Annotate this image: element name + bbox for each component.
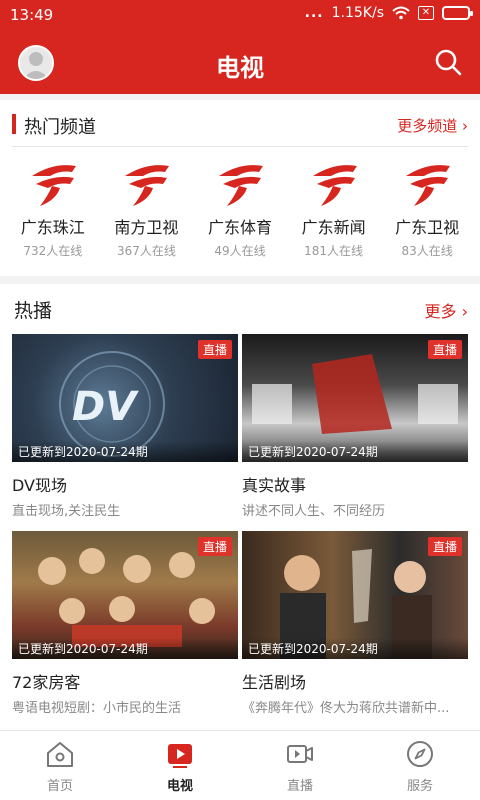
tab-label: 电视 [166, 779, 193, 794]
more-channels-link[interactable]: 更多频道 › [397, 115, 468, 136]
show-description: 直击现场,关注民生 [12, 504, 121, 519]
hot-shows-section: 热播 更多 › DV 直播 已更新到2020-07-24期 DV现场 直击现场,… [0, 284, 480, 730]
hot-shows-header: 热播 更多 › [0, 284, 480, 332]
tab-tv[interactable]: 电视 [120, 731, 240, 800]
channel-online-count: 732人在线 [23, 244, 83, 258]
channel-item[interactable]: 南方卫视 367人在线 [100, 160, 192, 259]
tab-label: 服务 [406, 779, 433, 794]
show-grid: DV 直播 已更新到2020-07-24期 DV现场 直击现场,关注民生 直播 … [12, 334, 468, 716]
channel-item[interactable]: 广东卫视 83人在线 [381, 160, 473, 259]
notification-dots: ... [304, 5, 324, 21]
show-thumbnail: 直播 已更新到2020-07-24期 [12, 531, 238, 659]
show-card[interactable]: 直播 已更新到2020-07-24期 真实故事 讲述不同人生、不同经历 [242, 334, 468, 519]
video-camera-icon [287, 745, 313, 763]
channel-list: 广东珠江 732人在线 南方卫视 367人在线 广东体育 49人在线 广东新闻 … [0, 160, 480, 259]
hot-shows-title: 热播 [14, 300, 53, 322]
live-badge: 直播 [197, 537, 232, 556]
search-icon[interactable] [432, 46, 464, 78]
live-badge: 直播 [197, 340, 232, 359]
show-card[interactable]: DV 直播 已更新到2020-07-24期 DV现场 直击现场,关注民生 [12, 334, 238, 519]
show-title: 生活剧场 [242, 673, 307, 692]
channel-online-count: 181人在线 [304, 244, 364, 258]
channel-logo-icon [31, 165, 76, 206]
compass-icon [407, 741, 433, 767]
tab-home[interactable]: 首页 [0, 731, 120, 800]
show-title: 真实故事 [242, 476, 307, 495]
show-title: DV现场 [12, 476, 67, 495]
update-info: 已更新到2020-07-24期 [242, 441, 468, 462]
show-description: 《奔腾年代》佟大为蒋欣共谱新中... [242, 701, 450, 716]
divider [12, 146, 468, 147]
channel-name: 广东新闻 [301, 218, 366, 237]
section-accent-bar [12, 114, 16, 134]
show-thumbnail: 直播 已更新到2020-07-24期 [242, 334, 468, 462]
show-thumbnail: 直播 已更新到2020-07-24期 [242, 531, 468, 659]
show-description: 讲述不同人生、不同经历 [242, 504, 386, 519]
update-info: 已更新到2020-07-24期 [12, 441, 238, 462]
update-info: 已更新到2020-07-24期 [12, 638, 238, 659]
live-badge: 直播 [427, 537, 462, 556]
channel-item[interactable]: 广东新闻 181人在线 [288, 160, 380, 259]
tv-play-icon [168, 744, 192, 768]
home-icon [47, 742, 73, 767]
channel-logo-icon [125, 165, 170, 206]
show-thumbnail: DV 直播 已更新到2020-07-24期 [12, 334, 238, 462]
tab-label: 直播 [286, 779, 313, 794]
channel-name: 广东珠江 [20, 218, 85, 237]
network-speed: 1.15K/s [331, 5, 384, 21]
channel-item[interactable]: 广东体育 49人在线 [194, 160, 286, 259]
hot-channels-title: 热门频道 [24, 117, 96, 138]
channel-name: 广东体育 [207, 218, 272, 237]
channel-online-count: 49人在线 [214, 244, 266, 258]
channel-name: 广东卫视 [395, 218, 460, 237]
svg-text:DV: DV [72, 384, 139, 430]
show-title: 72家房客 [12, 673, 81, 692]
tab-live[interactable]: 直播 [240, 731, 360, 800]
more-shows-link[interactable]: 更多 › [425, 298, 469, 322]
channel-logo-icon [312, 165, 357, 206]
channel-logo-icon [406, 165, 451, 206]
bottom-tab-bar: 首页 电视 直播 服务 [0, 730, 480, 800]
status-bar: 13:49 ... 1.15K/s ✕ [0, 0, 480, 30]
live-badge: 直播 [427, 340, 462, 359]
app-header: 电视 [0, 30, 480, 94]
hot-channels-section: 热门频道 更多频道 › 广东珠江 732人在线 南方卫视 367人在线 广东体育… [0, 100, 480, 276]
show-description: 粤语电视短剧：小市民的生活 [12, 701, 182, 716]
channel-item[interactable]: 广东珠江 732人在线 [7, 160, 99, 259]
battery-icon [442, 6, 473, 20]
tab-service[interactable]: 服务 [360, 731, 480, 800]
show-card[interactable]: 直播 已更新到2020-07-24期 生活剧场 《奔腾年代》佟大为蒋欣共谱新中.… [242, 531, 468, 716]
channel-online-count: 367人在线 [116, 244, 176, 258]
update-info: 已更新到2020-07-24期 [242, 638, 468, 659]
tab-label: 首页 [46, 779, 73, 794]
status-time: 13:49 [10, 6, 54, 24]
show-card[interactable]: 直播 已更新到2020-07-24期 72家房客 粤语电视短剧：小市民的生活 [12, 531, 238, 716]
page-title: 电视 [216, 54, 264, 82]
wifi-icon [392, 6, 410, 20]
channel-online-count: 83人在线 [401, 244, 453, 258]
channel-name: 南方卫视 [114, 218, 179, 237]
no-sim-icon: ✕ [418, 6, 434, 20]
channel-logo-icon [218, 165, 263, 206]
hot-channels-header: 热门频道 更多频道 › [0, 100, 480, 148]
